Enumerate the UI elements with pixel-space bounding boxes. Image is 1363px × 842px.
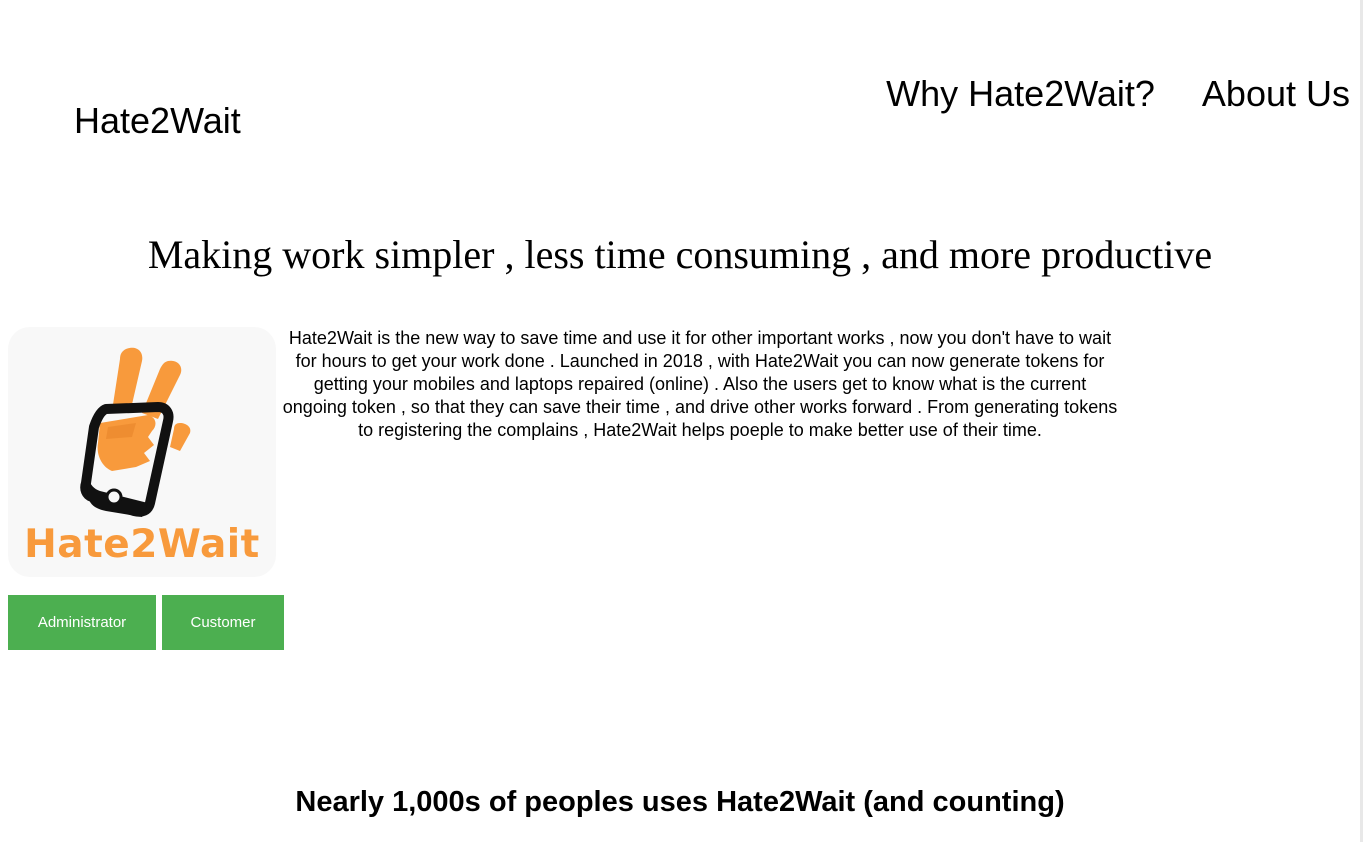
peace-hand-phone-icon	[80, 347, 191, 517]
page: Hate2Wait Why Hate2Wait? About Us Making…	[0, 0, 1363, 842]
brand-title: Hate2Wait	[74, 100, 241, 141]
intro-paragraph: Hate2Wait is the new way to save time an…	[282, 328, 1118, 440]
nav-why-hate2wait[interactable]: Why Hate2Wait?	[886, 73, 1155, 115]
logo-wordmark: Hate2Wait	[24, 522, 260, 567]
tagline: Making work simpler , less time consumin…	[147, 232, 1213, 277]
nav-about-us[interactable]: About Us	[1202, 73, 1350, 115]
user-count-heading: Nearly 1,000s of peoples uses Hate2Wait …	[295, 786, 1065, 818]
administrator-button[interactable]: Administrator	[8, 595, 156, 650]
customer-button[interactable]: Customer	[162, 595, 284, 650]
logo: Hate2Wait	[8, 327, 276, 577]
top-nav: Why Hate2Wait? About Us	[886, 73, 1350, 115]
